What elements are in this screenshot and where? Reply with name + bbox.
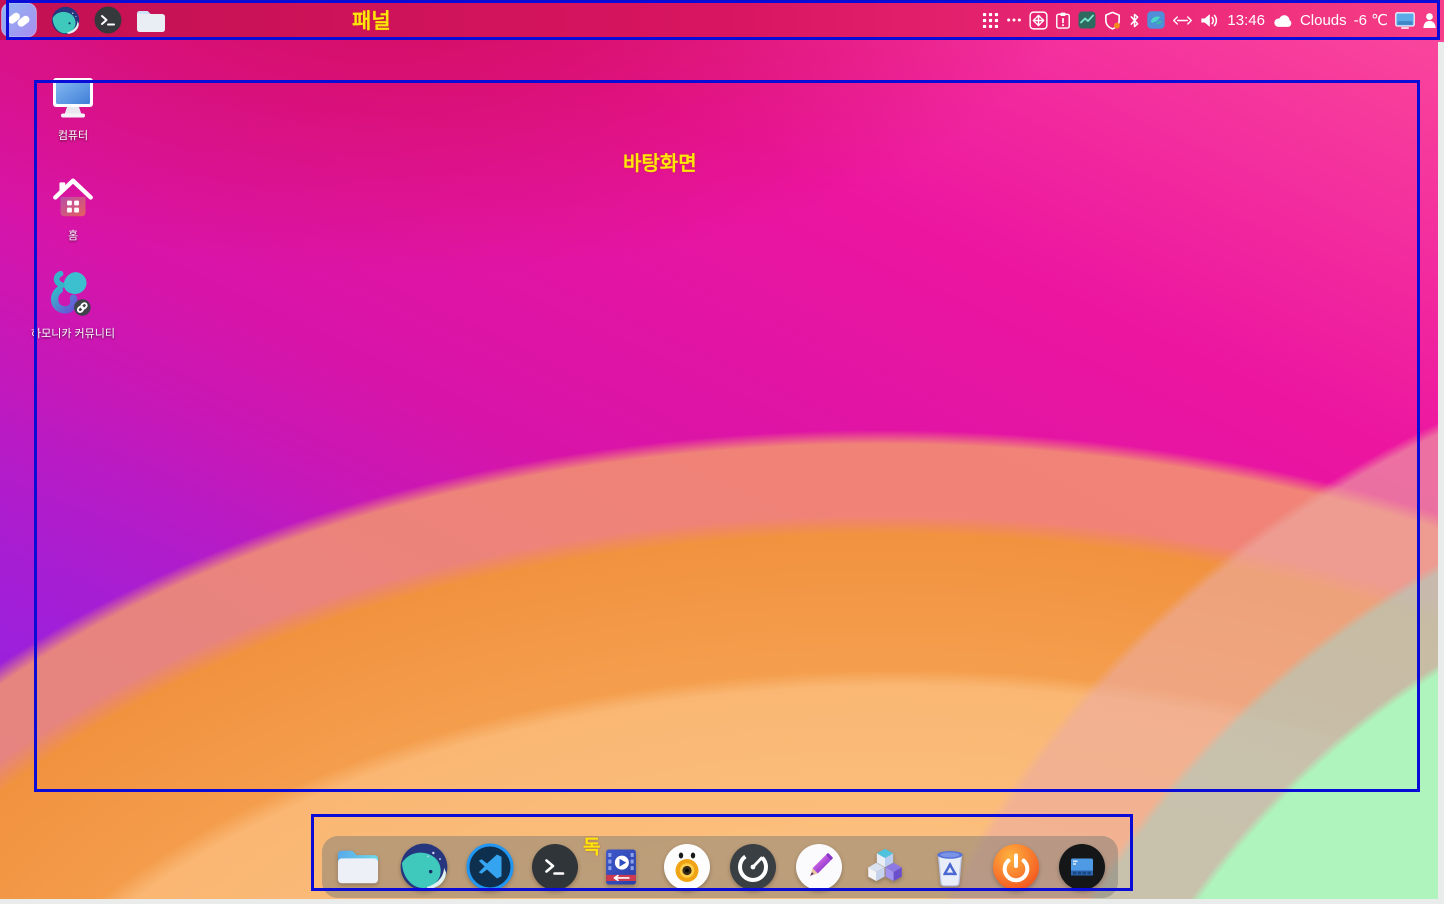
audacious-icon [663,843,711,891]
network-icon[interactable] [1172,15,1193,26]
whale-browser-icon [51,6,80,35]
pencil-editor-icon [795,843,843,891]
shield-update-icon[interactable] [1103,11,1122,30]
dock-item-text-editor[interactable] [795,843,843,891]
clock[interactable]: 13:46 [1227,12,1265,29]
dock-item-package-manager[interactable] [861,843,909,891]
user-icon[interactable] [1422,12,1437,29]
terminal-launcher[interactable] [94,6,122,34]
trash-icon [928,844,972,890]
desktop-icon-label: 홈 [68,227,78,243]
folder-icon [136,8,166,33]
screen-edge [0,899,1444,904]
bluetooth-icon[interactable] [1129,12,1140,29]
top-panel: 13:46 Clouds -6 ℃ [0,0,1444,40]
dock-item-file-manager[interactable] [334,843,382,891]
weather-condition[interactable]: Clouds [1300,12,1347,29]
gauge-icon [729,843,777,891]
clipboard-icon[interactable] [1055,11,1071,30]
video-player-icon [600,845,642,889]
whale-browser-icon [400,843,448,891]
volume-icon[interactable] [1200,13,1220,28]
bird-app-icon[interactable] [1147,11,1165,29]
hamonikr-menu-icon [1,2,37,38]
hamonikr-community-icon [46,268,100,320]
panel-settings-icon [1058,843,1106,891]
home-icon [48,176,98,222]
overflow-dots-icon[interactable] [1006,17,1022,23]
folder-icon [335,846,381,888]
terminal-icon [94,6,122,34]
whale-browser-launcher[interactable] [51,6,80,35]
power-icon [992,843,1040,891]
dock [322,836,1118,898]
app-grid-icon[interactable] [982,12,999,29]
display-icon[interactable] [1395,12,1415,29]
dock-item-panel-settings[interactable] [1058,843,1106,891]
desktop-icon-home[interactable]: 홈 [13,176,133,243]
desktop-icon-hamonikr-community[interactable]: 하모니카 커뮤니티 [13,268,133,341]
weather-cloud-icon[interactable] [1272,13,1293,28]
screen-edge [1438,42,1444,904]
dock-item-vscode[interactable] [466,843,514,891]
desktop-wallpaper [0,0,1444,904]
file-manager-launcher[interactable] [136,8,166,33]
desktop-icon-computer[interactable]: 컴퓨터 [13,76,133,143]
cubes-icon [862,844,908,890]
hamonikr-menu-button[interactable] [1,2,37,38]
terminal-icon [531,843,579,891]
dock-item-terminal[interactable] [531,843,579,891]
dock-item-audacious[interactable] [663,843,711,891]
dock-item-power[interactable] [992,843,1040,891]
desktop-icon-label: 컴퓨터 [58,127,88,143]
vscode-icon [466,843,514,891]
dock-item-system-monitor[interactable] [729,843,777,891]
move-icon[interactable] [1029,11,1048,30]
dock-item-video-player[interactable] [597,843,645,891]
desktop-icon-label: 하모니카 커뮤니티 [31,325,115,341]
dock-item-trash[interactable] [926,843,974,891]
chart-applet-icon[interactable] [1078,11,1096,29]
dock-item-whale-browser[interactable] [400,843,448,891]
weather-temperature[interactable]: -6 ℃ [1354,11,1388,29]
computer-icon [47,76,99,122]
